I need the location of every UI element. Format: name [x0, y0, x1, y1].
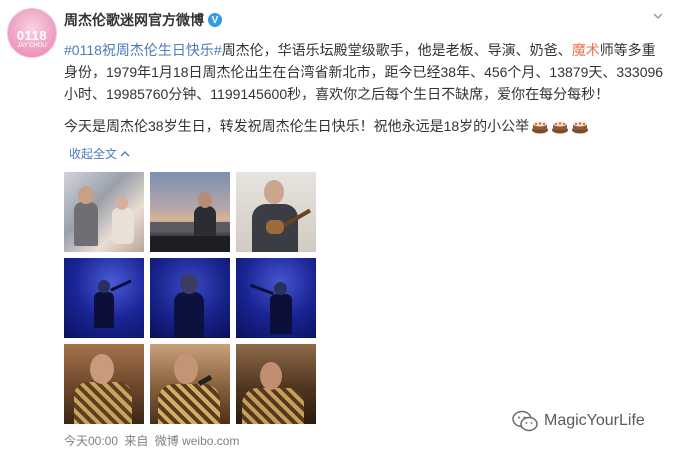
photo-concert-gold-3[interactable]	[236, 344, 316, 424]
post-time[interactable]: 今天00:00	[64, 434, 118, 448]
post-text-line-2: 今天是周杰伦38岁生日，转发祝周杰伦生日快乐！祝他永远是18岁的小公举	[64, 115, 664, 137]
post-text-segment-1: 周杰伦，华语乐坛殿堂级歌手，他是老板、导演、奶爸、	[221, 42, 572, 58]
collapse-button[interactable]: 收起全文	[69, 145, 130, 162]
wechat-icon	[512, 410, 538, 432]
avatar-text: 0118	[16, 27, 48, 43]
photo-concert-blue-1[interactable]	[64, 258, 144, 338]
post-from: 来自	[124, 434, 149, 448]
watermark: MagicYourLife	[512, 410, 645, 432]
verified-icon: V	[208, 13, 222, 27]
magic-link[interactable]: 魔术	[572, 42, 600, 58]
post-text-birthday: 今天是周杰伦38岁生日，转发祝周杰伦生日快乐！祝他永远是18岁的小公举	[64, 118, 530, 134]
post-footer: 今天00:00 来自 微博 weibo.com	[64, 432, 242, 449]
chevron-up-icon	[120, 151, 130, 157]
chevron-down-icon[interactable]	[652, 10, 664, 25]
topic-link[interactable]: #0118祝周杰伦生日快乐#	[64, 42, 222, 58]
photo-concert-blue-3[interactable]	[236, 258, 316, 338]
author-name-row: 周杰伦歌迷网官方微博 V	[64, 10, 222, 30]
photo-boat[interactable]	[150, 172, 230, 252]
author-name[interactable]: 周杰伦歌迷网官方微博	[64, 10, 204, 30]
photo-concert-gold-1[interactable]	[64, 344, 144, 424]
photo-concert-gold-2[interactable]	[150, 344, 230, 424]
cake-icon	[552, 121, 569, 134]
avatar[interactable]: 0118 JAY CHOU	[7, 8, 57, 58]
avatar-subtext: JAY CHOU	[17, 42, 47, 49]
photo-concert-blue-2[interactable]	[150, 258, 230, 338]
cake-icon	[572, 121, 589, 134]
post-source[interactable]: 微博 weibo.com	[155, 434, 240, 448]
collapse-label: 收起全文	[69, 147, 118, 161]
cake-icon	[532, 121, 549, 134]
watermark-text: MagicYourLife	[544, 412, 645, 429]
post-text: #0118祝周杰伦生日快乐#周杰伦，华语乐坛殿堂级歌手，他是老板、导演、奶爸、魔…	[64, 39, 664, 105]
photo-guitar[interactable]	[236, 172, 316, 252]
photo-stage-1[interactable]	[64, 172, 144, 252]
